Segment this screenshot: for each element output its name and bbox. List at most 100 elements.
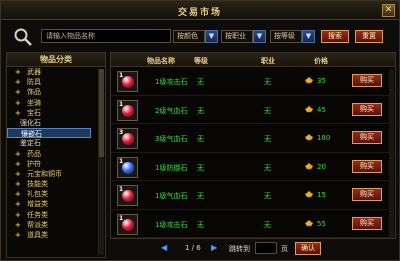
scroll-thumb[interactable] bbox=[99, 69, 104, 157]
category-header: 物品分类 bbox=[7, 53, 105, 67]
expand-plus-icon[interactable]: + bbox=[15, 189, 21, 199]
category-item[interactable]: + 武器 bbox=[7, 67, 105, 77]
item-name: 1级攻击石 bbox=[155, 220, 188, 229]
gold-ingot-icon bbox=[305, 105, 313, 112]
category-item[interactable]: + 饰品 bbox=[7, 87, 105, 97]
confirm-button[interactable]: 确认 bbox=[295, 242, 321, 255]
pagination: ◀ 1 / 6 ▶ 跳转到 页 确认 bbox=[161, 242, 361, 256]
category-item[interactable]: 鉴定石 bbox=[7, 138, 105, 148]
filter-job-dropdown[interactable]: 按职业 ▼ bbox=[221, 30, 266, 43]
category-label: 宝石 bbox=[27, 108, 41, 117]
jump-label: 跳转到 bbox=[229, 245, 250, 253]
gem-icon bbox=[122, 76, 134, 88]
expand-plus-icon[interactable]: + bbox=[15, 199, 21, 209]
item-level: 无 bbox=[197, 163, 204, 172]
category-label: 鉴定石 bbox=[20, 139, 41, 148]
page-input[interactable] bbox=[255, 242, 277, 254]
category-label: 任务类 bbox=[27, 210, 48, 219]
category-item[interactable]: 镶嵌石 bbox=[7, 128, 91, 139]
category-item[interactable]: + 护符 bbox=[7, 159, 105, 169]
expand-plus-icon[interactable]: + bbox=[15, 169, 21, 179]
category-item[interactable]: + 坐骑 bbox=[7, 98, 105, 108]
search-icon[interactable] bbox=[13, 27, 33, 47]
category-label: 道具类 bbox=[27, 231, 48, 239]
header-job: 职业 bbox=[261, 57, 275, 65]
filter-color-label: 按颜色 bbox=[177, 32, 198, 40]
expand-plus-icon[interactable]: + bbox=[15, 77, 21, 87]
title-bar[interactable]: 交易市场 ✕ bbox=[1, 1, 399, 20]
expand-plus-icon[interactable]: + bbox=[15, 87, 21, 97]
page-indicator: 1 / 6 bbox=[185, 244, 201, 252]
item-slot[interactable]: 1 bbox=[117, 213, 138, 235]
category-label: 元宝和铜币 bbox=[27, 169, 62, 178]
item-slot[interactable]: 1 bbox=[117, 71, 138, 92]
buy-button[interactable]: 购买 bbox=[352, 74, 382, 87]
expand-plus-icon[interactable]: + bbox=[15, 179, 21, 189]
item-level: 无 bbox=[197, 192, 204, 200]
expand-plus-icon[interactable]: + bbox=[15, 67, 21, 77]
expand-plus-icon[interactable]: + bbox=[15, 210, 21, 220]
table-header: 物品名称 等级 职业 价格 bbox=[111, 53, 395, 67]
item-level: 无 bbox=[197, 220, 204, 229]
category-item[interactable]: + 药品 bbox=[7, 149, 105, 159]
item-rows: 1 1级攻击石无无 35 购买 1 2级气血石无无 45 购买 3 3级气血石无无 180 购买 1 1级… bbox=[111, 67, 395, 238]
item-price: 55 bbox=[317, 219, 326, 228]
page-unit: 页 bbox=[281, 245, 288, 253]
category-label: 礼包类 bbox=[27, 190, 48, 199]
category-item[interactable]: + 元宝和铜币 bbox=[7, 169, 105, 179]
reset-button[interactable]: 重置 bbox=[355, 30, 383, 43]
category-item[interactable]: + 道具类 bbox=[7, 230, 105, 240]
expand-plus-icon[interactable]: + bbox=[15, 159, 21, 169]
filter-level-dropdown[interactable]: 按等级 ▼ bbox=[270, 30, 315, 43]
filter-job-label: 按职业 bbox=[225, 32, 246, 40]
chevron-down-icon[interactable]: ▼ bbox=[302, 30, 315, 43]
item-scrollbar[interactable] bbox=[389, 69, 394, 237]
item-slot[interactable]: 1 bbox=[117, 185, 138, 206]
item-level: 无 bbox=[197, 135, 204, 143]
gem-icon bbox=[122, 218, 134, 231]
expand-plus-icon[interactable]: + bbox=[15, 108, 21, 118]
prev-page-icon[interactable]: ◀ bbox=[161, 243, 171, 253]
search-button[interactable]: 搜索 bbox=[321, 30, 349, 43]
category-scrollbar[interactable] bbox=[98, 69, 104, 255]
category-list: + 武器 + 防具 + 饰品 + 坐骑 + 宝石 强化石 镶嵌石 鉴定石 + 药品 + 护符 + 元宝和铜币 + 技能类… bbox=[7, 67, 105, 240]
category-item[interactable]: + 防具 bbox=[7, 77, 105, 87]
buy-button[interactable]: 购买 bbox=[352, 102, 382, 116]
chevron-down-icon[interactable]: ▼ bbox=[253, 30, 266, 43]
category-item[interactable]: + 宝石 bbox=[7, 108, 105, 118]
category-item[interactable]: + 帮派类 bbox=[7, 220, 105, 230]
category-item[interactable]: 强化石 bbox=[7, 118, 105, 128]
item-name: 1级气血石 bbox=[155, 192, 188, 200]
search-input[interactable]: 请输入物品名称 bbox=[41, 29, 171, 43]
buy-button[interactable]: 购买 bbox=[352, 131, 382, 144]
item-job: 无 bbox=[264, 163, 271, 172]
window-title: 交易市场 bbox=[177, 8, 222, 18]
chevron-down-icon[interactable]: ▼ bbox=[205, 30, 218, 43]
header-price: 价格 bbox=[314, 57, 328, 65]
buy-button[interactable]: 购买 bbox=[352, 216, 382, 230]
category-item[interactable]: + 技能类 bbox=[7, 179, 105, 189]
close-button[interactable]: ✕ bbox=[382, 4, 395, 17]
category-label: 护符 bbox=[27, 159, 41, 168]
gem-icon bbox=[122, 190, 134, 202]
buy-button[interactable]: 购买 bbox=[352, 188, 382, 201]
gem-icon bbox=[122, 161, 134, 174]
item-price: 35 bbox=[317, 77, 326, 85]
item-job: 无 bbox=[264, 78, 271, 86]
gem-icon bbox=[122, 104, 134, 117]
category-item[interactable]: + 礼包类 bbox=[7, 189, 105, 199]
category-item[interactable]: + 增益类 bbox=[7, 199, 105, 209]
expand-plus-icon[interactable]: + bbox=[15, 98, 21, 108]
buy-button[interactable]: 购买 bbox=[352, 159, 382, 173]
item-slot[interactable]: 1 bbox=[117, 156, 138, 178]
table-row: 1 1级攻击石 无 无 35 购买 bbox=[111, 67, 395, 96]
next-page-icon[interactable]: ▶ bbox=[211, 243, 221, 253]
expand-plus-icon[interactable]: + bbox=[15, 149, 21, 159]
expand-plus-icon[interactable]: + bbox=[15, 220, 21, 230]
filter-color-dropdown[interactable]: 按颜色 ▼ bbox=[173, 30, 218, 43]
item-slot[interactable]: 3 bbox=[117, 128, 138, 149]
expand-plus-icon[interactable]: + bbox=[15, 230, 21, 240]
category-item[interactable]: + 任务类 bbox=[7, 210, 105, 220]
search-row: 请输入物品名称 按颜色 ▼ 按职业 ▼ 按等级 ▼ 搜索 重置 bbox=[7, 24, 395, 48]
item-slot[interactable]: 1 bbox=[117, 99, 138, 121]
